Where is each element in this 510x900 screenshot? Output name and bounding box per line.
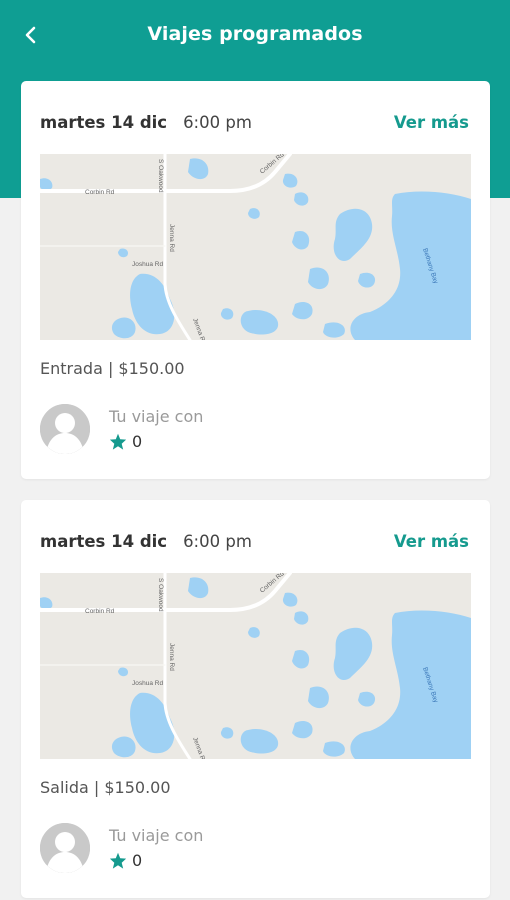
driver-label: Tu viaje con [109,826,204,845]
trip-card-header: martes 14 dic 6:00 pm Ver más [40,528,469,554]
trip-map[interactable]: Corbin Rd Corbin Rd S Oakwood Jenna Rd J… [40,154,471,340]
map-road-label: Jenna Rd [168,643,175,671]
trip-date: martes 14 dic [40,531,168,551]
driver-rating: 0 [109,432,142,451]
rating-value: 0 [132,432,143,451]
star-icon [109,852,127,869]
driver-info: Tu viaje con 0 [40,823,460,883]
map-road-label: Joshua Rd [132,261,163,268]
user-placeholder-icon [40,404,90,454]
trip-time: 6:00 pm [183,531,252,551]
avatar [40,823,90,873]
driver-label: Tu viaje con [109,407,204,426]
avatar [40,404,90,454]
driver-info: Tu viaje con 0 [40,404,460,464]
trip-card[interactable]: martes 14 dic 6:00 pm Ver más Corbin Rd … [21,500,490,898]
trip-card[interactable]: martes 14 dic 6:00 pm Ver más Corbin Rd … [21,81,490,479]
map-road-label: Corbin Rd [85,608,115,615]
trip-summary: Entrada | $150.00 [40,359,185,378]
map-road-label: Corbin Rd [85,189,115,196]
driver-rating: 0 [109,851,142,870]
view-more-link[interactable]: Ver más [394,113,469,132]
chevron-left-icon [25,26,36,44]
trip-map[interactable]: Corbin Rd Corbin Rd S Oakwood Jenna Rd J… [40,573,471,759]
trip-date: martes 14 dic [40,112,168,132]
trip-summary: Salida | $150.00 [40,778,171,797]
page-title: Viajes programados [147,23,363,45]
map-road-label: Jenna Rd [168,224,175,252]
star-icon [109,433,127,450]
map-road-label: S Oakwood [157,159,164,193]
rating-value: 0 [132,851,143,870]
user-placeholder-icon [40,823,90,873]
view-more-link[interactable]: Ver más [394,532,469,551]
map-road-label: S Oakwood [157,578,164,612]
map-road-label: Joshua Rd [132,680,163,687]
trip-time: 6:00 pm [183,112,252,132]
back-button[interactable] [14,18,48,52]
app-header: Viajes programados [0,0,510,68]
trip-card-header: martes 14 dic 6:00 pm Ver más [40,109,469,135]
